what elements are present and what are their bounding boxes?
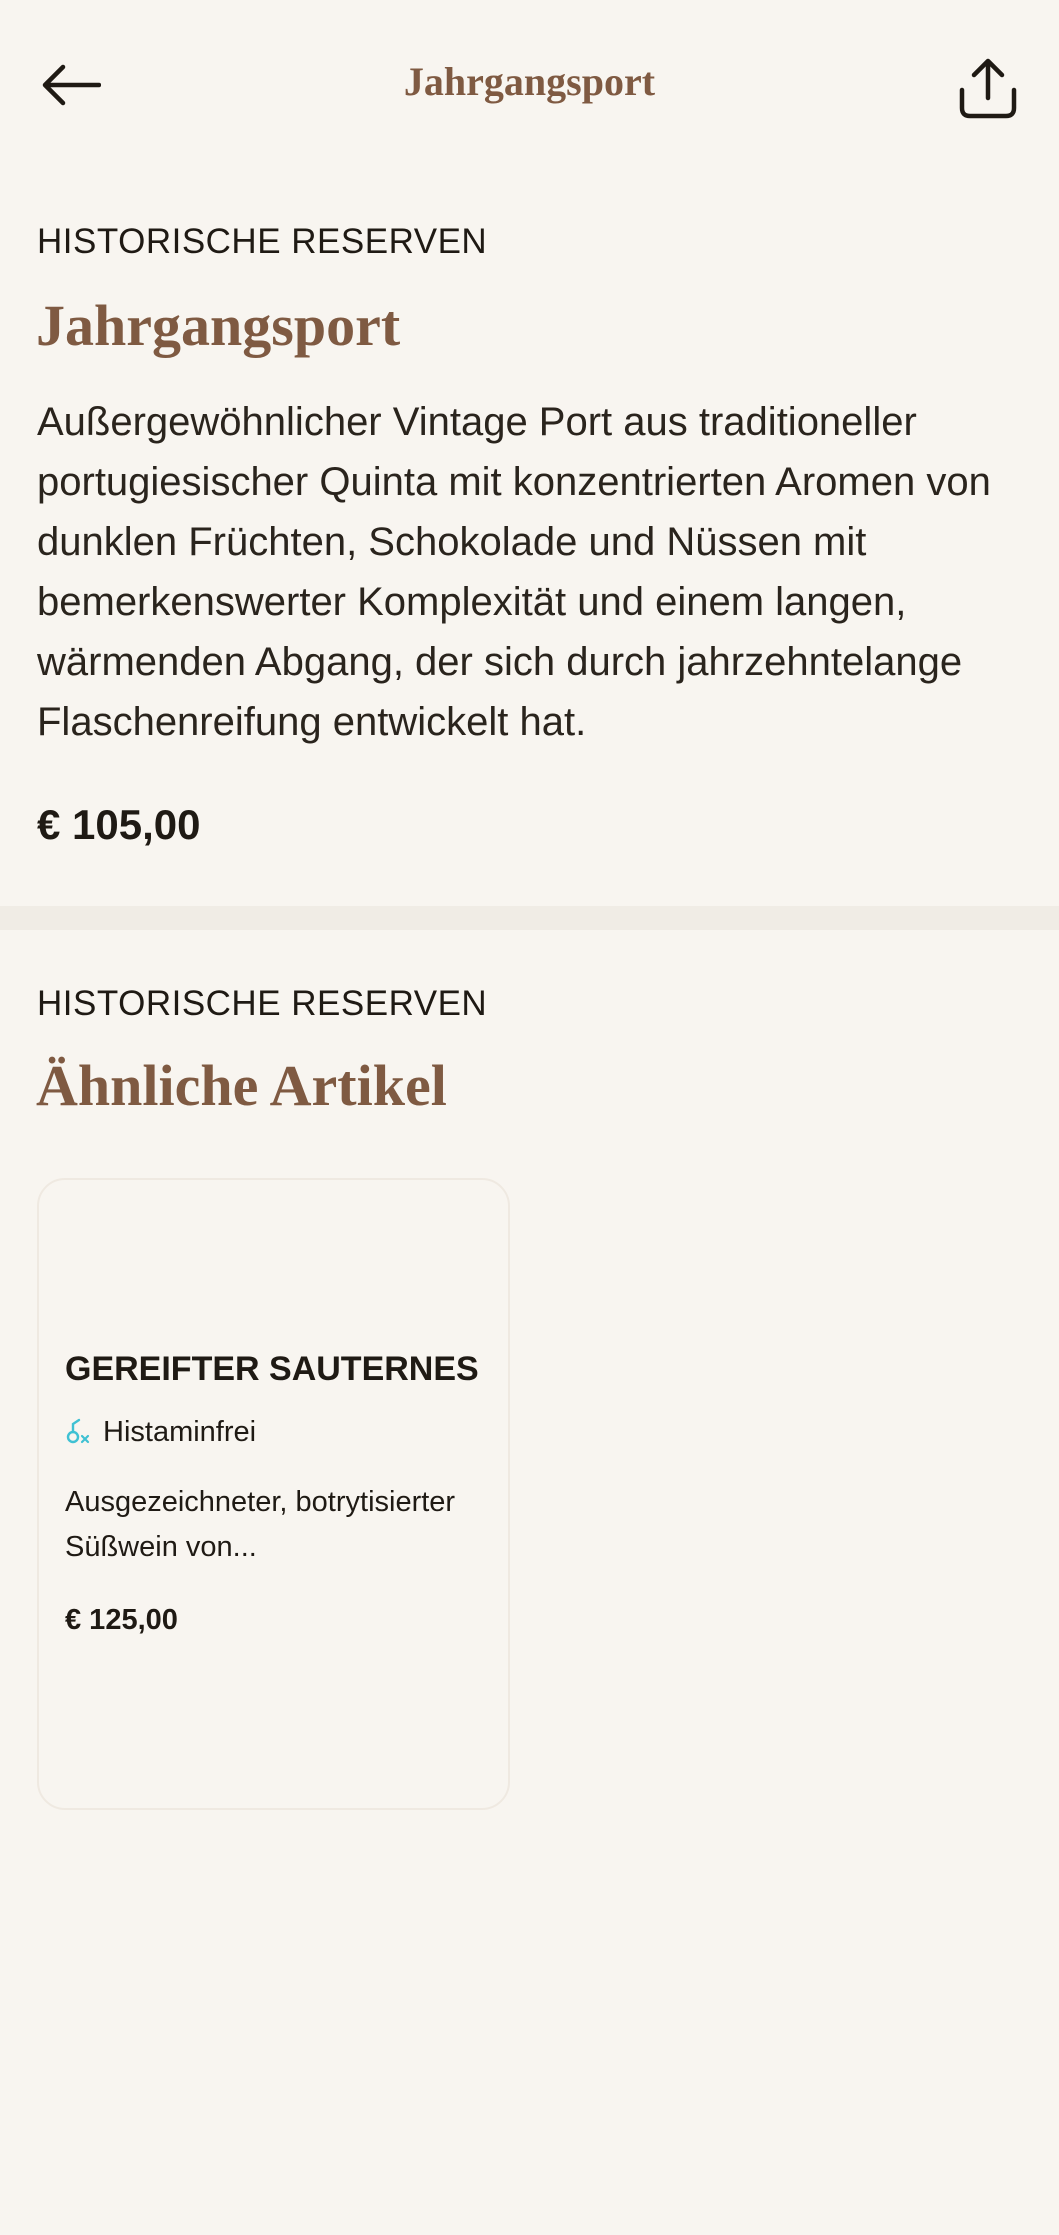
card-product-price: € 125,00 [65,1604,178,1636]
badge-label: Histaminfrei [103,1415,257,1448]
share-button[interactable] [944,44,1032,132]
top-bar: Jahrgangsport [0,0,1059,170]
share-icon [959,58,1017,119]
card-product-name: GEREIFTER SAUTERNES [65,1350,479,1388]
product-category: HISTORISCHE RESERVEN [37,222,488,261]
header-title: Jahrgangsport [403,59,656,104]
similar-category: HISTORISCHE RESERVEN [37,984,488,1023]
product-price: € 105,00 [37,801,201,848]
histamine-free-icon [66,1418,90,1444]
similar-title: Ähnliche Artikel [36,1053,447,1118]
card-product-description: Ausgezeichneter, botrytisierter Süßwein … [65,1486,456,1563]
product-title: Jahrgangsport [36,293,401,358]
product-description: Außergewöhnlicher Vintage Port aus tradi… [37,400,991,744]
histamine-free-badge: Histaminfrei [65,1412,256,1452]
section-divider [0,906,1059,930]
similar-product-card[interactable]: GEREIFTER SAUTERNES Histaminfrei Ausgeze… [37,1178,510,1810]
